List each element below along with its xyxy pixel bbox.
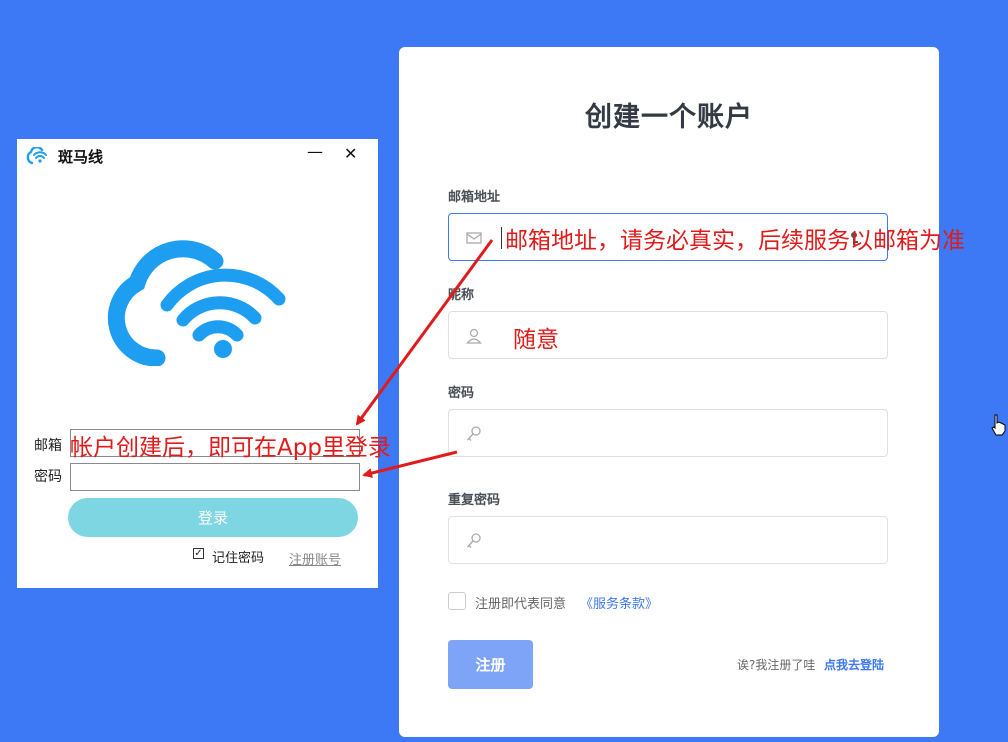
annotation-arrows (355, 239, 494, 478)
nickname-annotation: 随意 (513, 327, 559, 353)
arrow-to-email (355, 239, 494, 426)
email-annotation: 邮箱地址，请务必真实，后续服务以邮箱为准 (505, 228, 965, 254)
app-login-annotation: 帐户创建后，即可在App里登录 (70, 435, 391, 461)
hand-cursor-icon (991, 414, 1006, 436)
